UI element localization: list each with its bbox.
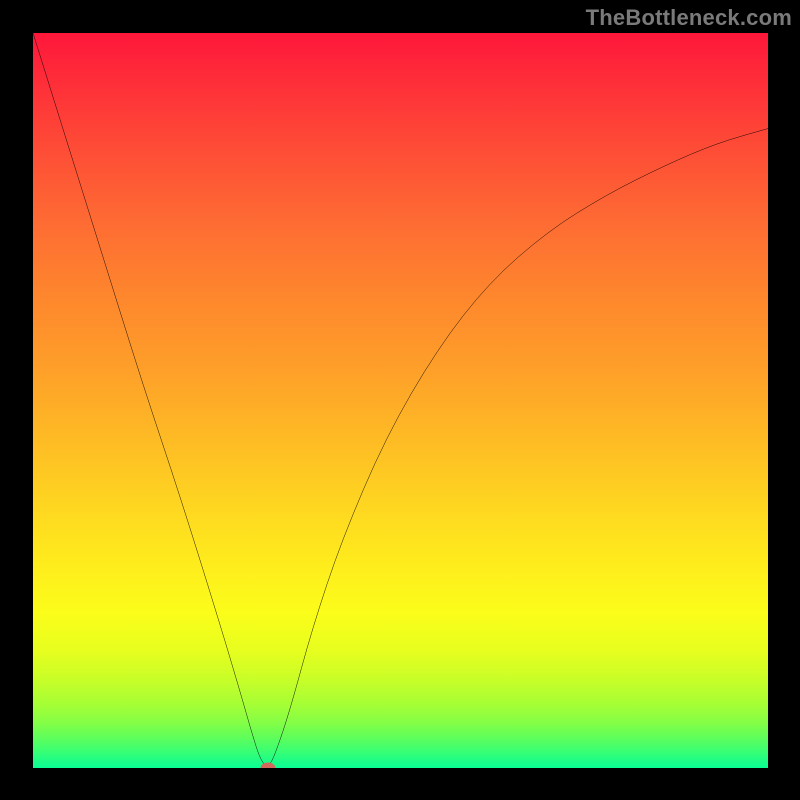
watermark-text: TheBottleneck.com	[586, 5, 792, 31]
chart-frame: TheBottleneck.com	[0, 0, 800, 800]
bottleneck-curve-path	[33, 33, 768, 766]
plot-area	[33, 33, 768, 768]
curve-svg	[33, 33, 768, 768]
optimum-marker	[261, 763, 276, 769]
